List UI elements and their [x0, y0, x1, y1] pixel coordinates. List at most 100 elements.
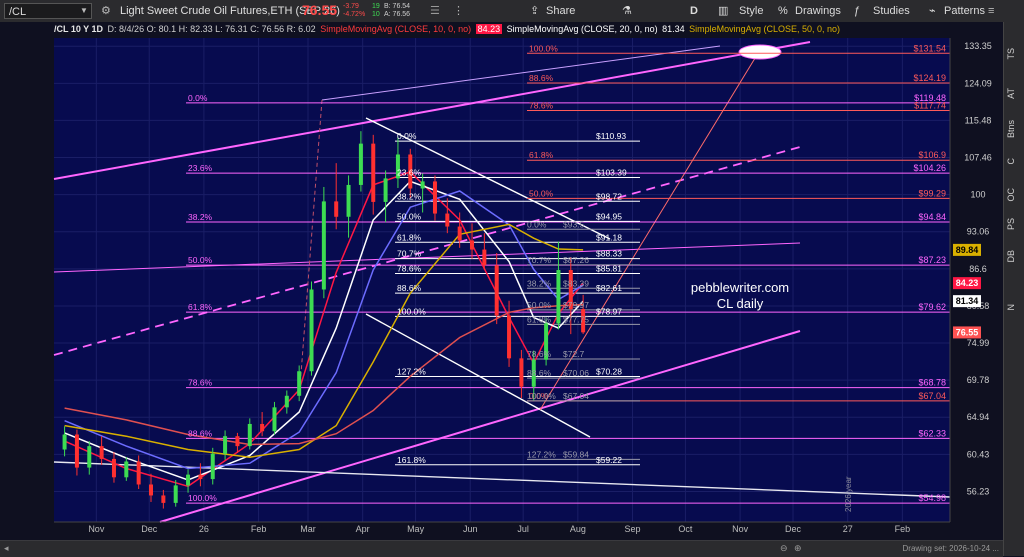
net-change: -3.79 [343, 3, 359, 10]
watermark-caption: CL daily [717, 296, 764, 311]
fib-price-label: $54.98 [918, 493, 946, 503]
side-tab-n[interactable]: N [1006, 304, 1023, 311]
scroll-left-icon[interactable]: ◂ [4, 543, 9, 554]
grip-icon[interactable]: ⋮ [453, 3, 464, 19]
fib-magenta-label: 23.6% [188, 163, 213, 173]
candle-body [247, 423, 252, 447]
side-tab-oc[interactable]: OC [1006, 188, 1023, 202]
fib-gray-label: 0.0% [527, 219, 547, 229]
candle-body [260, 423, 265, 432]
chevron-down-icon[interactable]: ▼ [80, 3, 88, 19]
side-tab-db[interactable]: DB [1006, 250, 1023, 263]
share-icon[interactable]: ⇪ [530, 3, 539, 19]
x-tick-label: Aug [570, 524, 586, 534]
ohlc-readout: D: 8/4/26 O: 80.1 H: 82.33 L: 76.31 C: 7… [107, 24, 316, 34]
period-selector[interactable]: D [690, 3, 698, 19]
x-tick-label: Jun [463, 524, 478, 534]
studies-icon[interactable]: ƒ [854, 3, 860, 19]
drawings-icon[interactable]: % [778, 3, 788, 19]
candle-body [383, 178, 388, 202]
candle-body [457, 226, 462, 241]
studies-button[interactable]: Studies [873, 3, 910, 19]
year-annotation: 2026 year [844, 476, 853, 512]
fib-gray-label: 50.0% [527, 300, 552, 310]
x-tick-label: Feb [251, 524, 267, 534]
x-tick-label: 26 [199, 524, 209, 534]
y-tick-label: 124.09 [964, 78, 992, 88]
fib-gray-label: 100.0% [527, 391, 556, 401]
chart-app: /CL ▼ ⚙ Light Sweet Crude Oil Futures,ET… [0, 0, 1024, 557]
fib-white-price: $103.39 [596, 167, 627, 177]
menu-icon[interactable]: ☰ [430, 3, 440, 19]
fib-white-label: 70.7% [397, 249, 422, 259]
settings-icon[interactable]: ⚙ [101, 3, 111, 19]
zoom-in-icon[interactable]: ⊕ [794, 543, 802, 554]
y-tick-label: 64.94 [967, 412, 990, 422]
fib-gray-price: $83.39 [563, 278, 589, 288]
fib-magenta-label: 100.0% [188, 493, 217, 503]
sma20-value: 81.34 [662, 24, 685, 34]
candle-body [371, 143, 376, 202]
y-tick-label: 115.48 [965, 115, 992, 125]
candle-body [358, 143, 363, 185]
target-ellipse [738, 44, 782, 60]
style-icon[interactable]: ▥ [718, 3, 728, 19]
candle-body [284, 395, 289, 408]
fib-gray-price: $70.06 [563, 368, 589, 378]
share-button[interactable]: Share [546, 3, 575, 19]
side-tab-btns[interactable]: Btns [1006, 120, 1023, 138]
candle-body [445, 213, 450, 227]
sma50-legend[interactable]: SimpleMovingAvg (CLOSE, 50, 0, no) [689, 24, 840, 34]
drawings-button[interactable]: Drawings [795, 3, 841, 19]
style-button[interactable]: Style [739, 3, 763, 19]
fib-red-label: 100.0% [529, 43, 558, 53]
x-tick-label: Dec [785, 524, 802, 534]
side-tab-ts[interactable]: TS [1006, 48, 1023, 60]
candle-body [124, 461, 129, 478]
sma20-legend[interactable]: SimpleMovingAvg (CLOSE, 20, 0, no) [507, 24, 658, 34]
status-bar: ◂ ⊖ ⊕ Drawing set: 2026-10-24 ... [0, 540, 1003, 557]
fib-gray-price: $79.97 [563, 300, 589, 310]
fib-white-label: 0.0% [397, 131, 417, 141]
x-tick-label: Sep [625, 524, 641, 534]
symbol-input[interactable]: /CL [4, 3, 92, 19]
y-tick-label: 107.46 [964, 153, 992, 163]
more-icon[interactable]: ≡ [988, 3, 994, 19]
patterns-button[interactable]: Patterns [944, 3, 985, 19]
fib-gray-label: 61.8% [527, 314, 552, 324]
x-tick-label: Nov [732, 524, 749, 534]
fib-gray-price: $87.26 [563, 255, 589, 265]
x-tick-label: May [407, 524, 425, 534]
candle-body [297, 371, 302, 396]
candle-body [198, 474, 203, 480]
candle-body [149, 484, 154, 496]
fib-gray-label: 88.6% [527, 368, 552, 378]
fib-red-label: 50.0% [529, 188, 554, 198]
x-tick-label: Nov [88, 524, 105, 534]
sma10-value: 84.23 [475, 24, 503, 34]
candle-body [272, 407, 277, 432]
y-tick-label: 86.6 [969, 264, 987, 274]
flask-icon[interactable]: ⚗ [622, 3, 632, 19]
side-tab-ps[interactable]: PS [1006, 218, 1023, 230]
sma10-legend[interactable]: SimpleMovingAvg (CLOSE, 10, 0, no) [320, 24, 471, 34]
patterns-icon[interactable]: ⌁ [929, 3, 936, 19]
x-tick-label: Jul [517, 524, 529, 534]
candle-body [223, 436, 228, 454]
right-tab-strip: TS AT Btns C OC PS DB N [1003, 22, 1024, 556]
zoom-out-icon[interactable]: ⊖ [780, 543, 788, 554]
candle-body [494, 265, 499, 316]
candle-body [432, 181, 437, 214]
drawing-set-label: Drawing set: 2026-10-24 ... [902, 544, 1000, 553]
fib-price-label: $67.04 [918, 391, 946, 401]
fib-price-label: $87.23 [918, 255, 946, 265]
side-tab-c[interactable]: C [1006, 158, 1023, 165]
price-chart[interactable]: 0.0% 23.6% 38.2% 50.0% 61.8% 78.6% 88.6% 100.0%… [0, 22, 1003, 540]
side-tab-at[interactable]: AT [1006, 88, 1023, 99]
fib-gray-price: $59.84 [563, 449, 589, 459]
ask-size: 10 [372, 11, 380, 18]
study-legend: /CL 10 Y 1D D: 8/4/26 O: 80.1 H: 82.33 L… [54, 24, 954, 37]
fib-white-label: 88.6% [397, 283, 422, 293]
y-tick-label: 93.06 [967, 227, 990, 237]
candle-body [186, 474, 191, 486]
